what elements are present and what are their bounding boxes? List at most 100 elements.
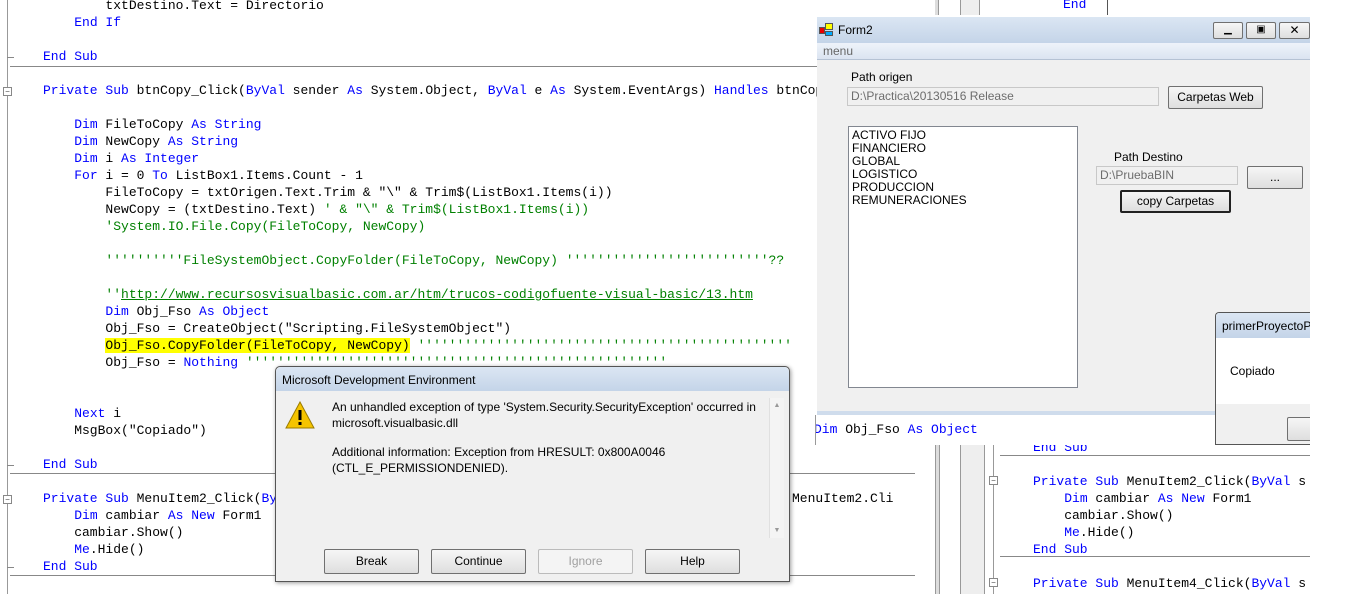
carpetas-web-button[interactable]: Carpetas Web	[1168, 86, 1263, 109]
title-bar[interactable]: Microsoft Development Environment	[276, 367, 789, 391]
code-line[interactable]: NewCopy = (txtDestino.Text) ' & "\" & Tr…	[43, 201, 893, 218]
code-line[interactable]: Private Sub MenuItem2_Click(ByVal s	[1033, 473, 1306, 490]
exception-message: An unhandled exception of type 'System.S…	[332, 400, 756, 430]
comment-link[interactable]: http://www.recursosvisualbasic.com.ar/ht…	[121, 287, 753, 302]
help-button[interactable]: Help	[645, 549, 740, 574]
code-token: ListBox1.Items.Count - 1	[167, 168, 363, 183]
code-line[interactable]	[1033, 456, 1306, 473]
code-line[interactable]: Obj_Fso.CopyFolder(FileToCopy, NewCopy) …	[43, 337, 893, 354]
code-line[interactable]: End If	[43, 14, 893, 31]
code-token: cambiar	[97, 508, 168, 523]
keyword-token: Dim	[1064, 491, 1088, 506]
close-button[interactable]: ✕	[1279, 22, 1310, 39]
browse-button[interactable]: ...	[1247, 166, 1303, 189]
keyword-token: Me	[74, 542, 90, 557]
keyword-token: To	[152, 168, 168, 183]
keyword-token: End Sub	[43, 49, 98, 64]
collapse-icon[interactable]: −	[3, 87, 12, 96]
message-scrollbar[interactable]: ▲ ▼	[769, 398, 784, 538]
keyword-token: As New	[167, 508, 215, 523]
menu-item[interactable]: menu	[823, 44, 853, 58]
scroll-up-icon[interactable]: ▲	[770, 402, 784, 409]
list-item[interactable]: REMUNERACIONES	[852, 194, 1074, 207]
code-editor-right[interactable]: − − End Sub Private Sub MenuItem2_Click(B…	[985, 445, 1310, 594]
maximize-button[interactable]: ▣	[1246, 22, 1276, 39]
code-token: txtDestino.Text = Directorio	[43, 0, 324, 13]
code-line[interactable]	[43, 31, 893, 48]
keyword-token: For	[74, 168, 98, 183]
code-line[interactable]: txtDestino.Text = Directorio	[43, 0, 893, 14]
fold-end-marker	[7, 57, 14, 58]
code-token: MsgBox("Copiado")	[43, 423, 207, 438]
additional-information: Additional information: Exception from H…	[332, 445, 666, 475]
code-token: System.EventArgs)	[565, 83, 714, 98]
collapse-icon[interactable]: −	[989, 578, 998, 587]
keyword-token: ByVal	[245, 83, 285, 98]
code-line[interactable]: Obj_Fso = CreateObject("Scripting.FileSy…	[43, 320, 893, 337]
code-line[interactable]: Dim NewCopy As String	[43, 133, 893, 150]
code-lines[interactable]: End Sub Private Sub MenuItem2_Click(ByVal…	[1033, 445, 1306, 592]
code-line[interactable]: Dim FileToCopy As String	[43, 116, 893, 133]
code-line[interactable]: Me.Hide()	[1033, 524, 1306, 541]
code-line[interactable]	[43, 65, 893, 82]
minimize-button[interactable]: ▁	[1213, 22, 1243, 39]
folders-listbox[interactable]: ACTIVO FIJO FINANCIERO GLOBAL LOGISTICO PROD…	[848, 126, 1078, 388]
title-bar[interactable]: primerProyectoP	[1216, 313, 1310, 338]
splitter[interactable]	[935, 445, 940, 594]
copy-carpetas-button[interactable]: copy Carpetas	[1120, 190, 1231, 213]
code-line[interactable]: For i = 0 To ListBox1.Items.Count - 1	[43, 167, 893, 184]
exception-dialog: Microsoft Development Environment An unh…	[275, 366, 790, 582]
path-destino-label: Path Destino	[1114, 150, 1183, 164]
code-token: FileToCopy = txtOrigen.Text.Trim & "\" &…	[43, 185, 613, 200]
code-token: Obj_Fso	[837, 422, 908, 437]
keyword-token: As New	[1157, 491, 1205, 506]
code-line[interactable]: FileToCopy = txtOrigen.Text.Trim & "\" &…	[43, 184, 893, 201]
code-line[interactable]	[43, 235, 893, 252]
keyword-token: Handles	[714, 83, 769, 98]
code-line[interactable]: ''''''''''FileSystemObject.CopyFolder(Fi…	[43, 252, 893, 269]
code-token: Form1	[1204, 491, 1252, 506]
comment-token: ''''''''''''''''''''''''''''''''''''''''…	[409, 338, 792, 353]
comment-token: ' & "\" & Trim$(ListBox1.Items(i))	[323, 202, 590, 217]
path-origen-input[interactable]: D:\Practica\20130516 Release	[847, 87, 1159, 106]
code-line[interactable]	[1033, 558, 1306, 575]
keyword-token: Dim	[105, 304, 129, 319]
collapse-icon[interactable]: −	[989, 476, 998, 485]
messagebox-text: Copiado	[1230, 364, 1275, 378]
code-line[interactable]: ''http://www.recursosvisualbasic.com.ar/…	[43, 286, 893, 303]
continue-button[interactable]: Continue	[431, 549, 526, 574]
code-token: NewCopy	[97, 134, 168, 149]
code-line[interactable]: Dim cambiar As New Form1	[1033, 490, 1306, 507]
comment-token: 'System.IO.File.Copy(FileToCopy, NewCopy…	[105, 219, 426, 234]
code-line[interactable]: Dim Obj_Fso As Object	[43, 303, 893, 320]
code-line[interactable]	[43, 99, 893, 116]
keyword-token: End If	[74, 15, 122, 30]
code-line[interactable]: Private Sub MenuItem4_Click(ByVal s	[1033, 575, 1306, 592]
title-bar[interactable]: Form2 ▁ ▣ ✕	[817, 17, 1310, 43]
collapse-icon[interactable]: −	[3, 495, 12, 504]
scroll-down-icon[interactable]: ▼	[770, 527, 784, 534]
code-line[interactable]	[43, 269, 893, 286]
break-button[interactable]: Break	[324, 549, 419, 574]
code-line[interactable]: End Sub	[43, 48, 893, 65]
code-token: .Hide()	[89, 542, 145, 557]
code-line[interactable]: cambiar.Show()	[1033, 507, 1306, 524]
code-line[interactable]: 'System.IO.File.Copy(FileToCopy, NewCopy…	[43, 218, 893, 235]
code-token: s	[1290, 576, 1307, 591]
keyword-token: As String	[167, 134, 239, 149]
code-line[interactable]: End Sub	[1033, 445, 1306, 456]
dialog-message: An unhandled exception of type 'System.S…	[332, 399, 762, 476]
code-line[interactable]: Private Sub btnCopy_Click(ByVal sender A…	[43, 82, 893, 99]
keyword-token: ByVal	[1251, 474, 1291, 489]
comment-token: ''	[105, 287, 122, 302]
code-line[interactable]: End Sub	[1033, 541, 1306, 558]
code-token: Obj_Fso	[128, 304, 200, 319]
ok-button[interactable]	[1287, 417, 1310, 441]
path-destino-input[interactable]: D:\PruebaBIN	[1096, 166, 1238, 185]
code-line[interactable]: Dim i As Integer	[43, 150, 893, 167]
